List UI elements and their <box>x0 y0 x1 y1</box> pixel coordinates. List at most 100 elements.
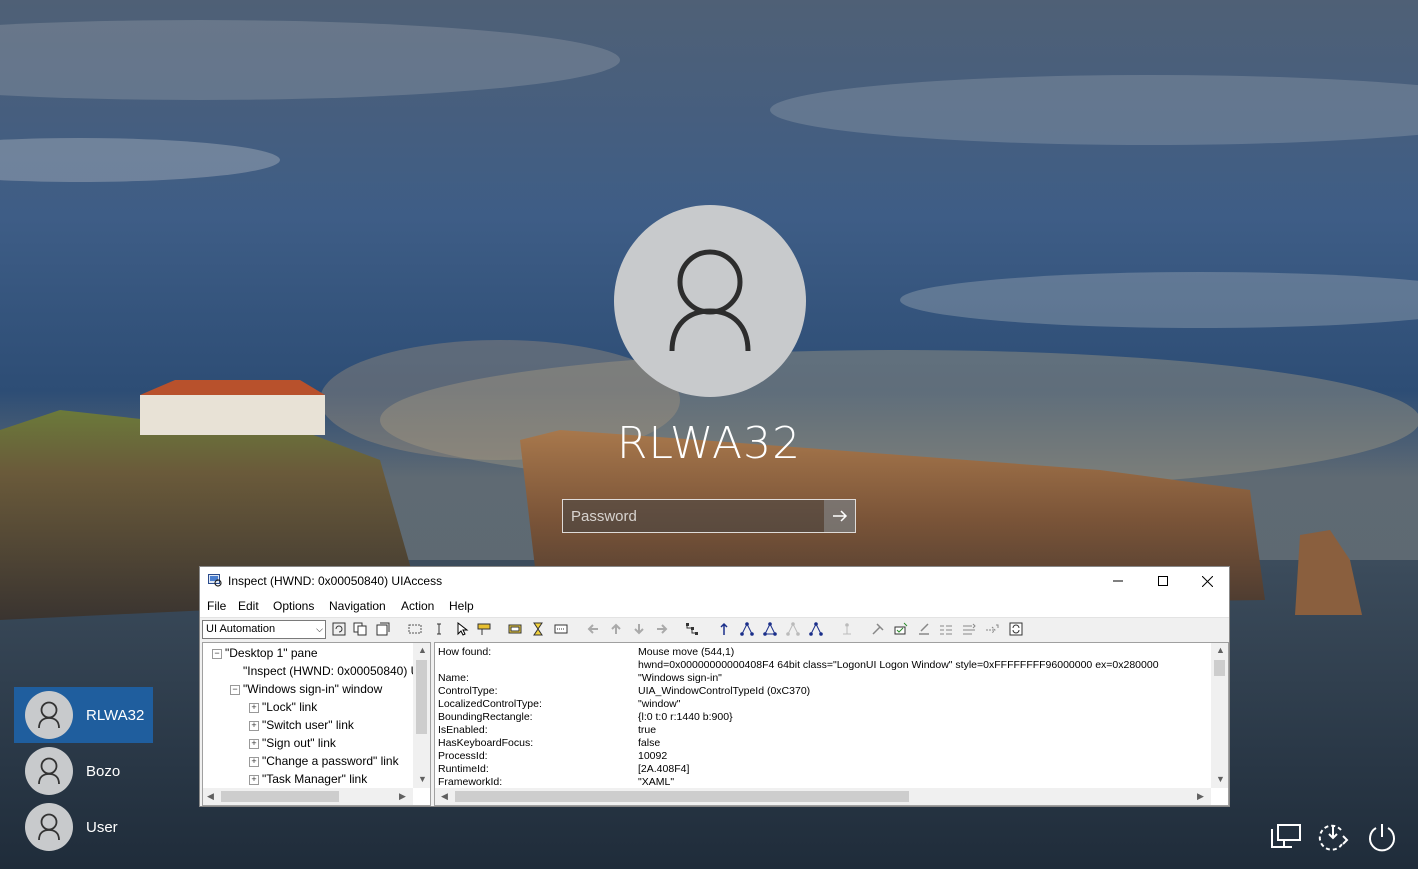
password-input[interactable] <box>563 500 825 532</box>
tree-item-inspect-window[interactable]: "Inspect (HWND: 0x00050840) U <box>243 664 419 678</box>
tree-item-change-password-link[interactable]: "Change a password" link <box>262 754 399 768</box>
avatar <box>25 803 73 851</box>
toolbar: UI Automation ⌵ <box>200 618 1229 641</box>
property-value: 10092 <box>638 750 668 762</box>
arrow-right-icon <box>832 510 847 522</box>
toggle-icon[interactable] <box>894 622 908 636</box>
go-to-root-icon[interactable] <box>840 622 854 636</box>
scroll-thumb[interactable] <box>1214 660 1225 676</box>
scroll-right-icon[interactable]: ▶ <box>399 791 406 802</box>
mode-select[interactable]: UI Automation ⌵ <box>202 620 326 639</box>
close-icon <box>1202 575 1213 587</box>
menu-edit[interactable]: Edit <box>238 599 259 613</box>
window-title: Inspect (HWND: 0x00050840) UIAccess <box>228 574 443 588</box>
ease-of-access-button[interactable] <box>1316 820 1350 854</box>
user-silhouette-icon <box>38 813 60 841</box>
power-button[interactable] <box>1365 820 1399 854</box>
tree-item-desktop-pane[interactable]: "Desktop 1" pane <box>225 646 318 660</box>
scroll-left-icon[interactable]: ◀ <box>207 791 214 802</box>
minimize-icon <box>1112 580 1123 582</box>
refresh-icon[interactable] <box>332 622 346 636</box>
sync-icon[interactable] <box>1009 622 1023 636</box>
watch-cursor-icon[interactable] <box>455 622 469 636</box>
collapse-toggle[interactable]: − <box>230 685 240 695</box>
close-button[interactable] <box>1185 567 1230 595</box>
avatar <box>25 747 73 795</box>
user-silhouette-icon <box>38 701 60 729</box>
highlight-rectangle-icon[interactable] <box>408 622 422 636</box>
tree-horizontal-scrollbar[interactable]: ◀ ▶ <box>203 788 413 805</box>
chevron-down-icon: ⌵ <box>316 624 323 634</box>
property-value: [2A.408F4] <box>638 763 690 775</box>
navigate-back-icon[interactable] <box>586 622 600 636</box>
property-value: UIA_WindowControlTypeId (0xC370) <box>638 685 811 697</box>
minimize-button[interactable] <box>1095 567 1140 595</box>
scroll-left-icon[interactable]: ◀ <box>441 791 448 802</box>
properties-pane[interactable]: How found: Mouse move (544,1) hwnd=0x000… <box>434 642 1229 806</box>
go-to-previous-sibling-icon[interactable] <box>786 622 800 636</box>
scroll-thumb[interactable] <box>416 660 427 734</box>
title-bar[interactable]: Inspect (HWND: 0x00050840) UIAccess <box>200 567 1229 595</box>
user-silhouette-icon <box>38 757 60 785</box>
details-horizontal-scrollbar[interactable]: ◀ ▶ <box>435 788 1211 805</box>
tree-item-lock-link[interactable]: "Lock" link <box>262 700 317 714</box>
mode-select-value: UI Automation <box>206 623 276 635</box>
scroll-up-icon[interactable]: ▲ <box>418 645 427 655</box>
tree-item-windows-sign-in[interactable]: "Windows sign-in" window <box>243 682 382 696</box>
user-list-item-rlwa32[interactable]: RLWA32 <box>14 687 153 743</box>
user-list-item-bozo[interactable]: Bozo <box>14 743 153 799</box>
scroll-thumb[interactable] <box>455 791 909 802</box>
element-tree-pane[interactable]: − "Desktop 1" pane "Inspect (HWND: 0x000… <box>202 642 431 806</box>
navigate-parent-icon[interactable] <box>609 622 623 636</box>
menu-options[interactable]: Options <box>273 599 314 613</box>
submit-arrow-button[interactable] <box>824 500 855 532</box>
tree-item-switch-user-link[interactable]: "Switch user" link <box>262 718 354 732</box>
tree-item-task-manager-link[interactable]: "Task Manager" link <box>262 772 367 786</box>
set-focus-icon[interactable] <box>985 622 999 636</box>
hourglass-icon[interactable] <box>531 622 545 636</box>
show-highlight-icon[interactable] <box>508 622 522 636</box>
tree-vertical-scrollbar[interactable]: ▲ ▼ <box>413 643 430 788</box>
menu-navigation[interactable]: Navigation <box>329 599 386 613</box>
expand-icon[interactable] <box>917 622 931 636</box>
scroll-right-icon[interactable]: ▶ <box>1197 791 1204 802</box>
menu-action[interactable]: Action <box>401 599 434 613</box>
collapse-toggle[interactable]: − <box>212 649 222 659</box>
go-to-next-sibling-icon[interactable] <box>809 622 823 636</box>
scroll-down-icon[interactable]: ▼ <box>418 774 427 784</box>
property-value: true <box>638 724 657 736</box>
details-vertical-scrollbar[interactable]: ▲ ▼ <box>1211 643 1228 788</box>
caret-icon[interactable] <box>432 622 446 636</box>
tree-item-sign-out-link[interactable]: "Sign out" link <box>262 736 336 750</box>
show-tooltip-icon[interactable] <box>554 622 568 636</box>
menu-file[interactable]: File <box>207 599 226 613</box>
go-to-first-child-icon[interactable] <box>740 622 754 636</box>
collapse-icon[interactable] <box>939 622 953 636</box>
watch-focus-icon[interactable] <box>477 622 491 636</box>
go-to-last-child-icon[interactable] <box>763 622 777 636</box>
property-value: false <box>638 737 661 749</box>
scroll-up-icon[interactable]: ▲ <box>1216 645 1225 655</box>
scroll-thumb[interactable] <box>221 791 339 802</box>
go-to-parent-icon[interactable] <box>717 622 731 636</box>
copy-tree-icon[interactable] <box>376 622 390 636</box>
scroll-into-view-icon[interactable] <box>962 622 976 636</box>
user-list-item-user[interactable]: User <box>14 799 153 855</box>
expand-toggle[interactable]: + <box>249 775 259 785</box>
user-name: Bozo <box>86 762 121 780</box>
tree-view-icon[interactable] <box>685 622 699 636</box>
menu-help[interactable]: Help <box>449 599 474 613</box>
expand-toggle[interactable]: + <box>249 739 259 749</box>
navigate-forward-icon[interactable] <box>655 622 669 636</box>
expand-toggle[interactable]: + <box>249 703 259 713</box>
navigate-child-icon[interactable] <box>632 622 646 636</box>
maximize-button[interactable] <box>1140 567 1185 595</box>
expand-toggle[interactable]: + <box>249 721 259 731</box>
property-value: hwnd=0x00000000000408F4 64bit class="Log… <box>638 659 1159 671</box>
invoke-icon[interactable] <box>871 622 885 636</box>
scroll-down-icon[interactable]: ▼ <box>1216 774 1225 784</box>
network-button[interactable] <box>1269 820 1303 854</box>
copy-icon[interactable] <box>353 622 367 636</box>
maximize-icon <box>1157 576 1168 586</box>
expand-toggle[interactable]: + <box>249 757 259 767</box>
